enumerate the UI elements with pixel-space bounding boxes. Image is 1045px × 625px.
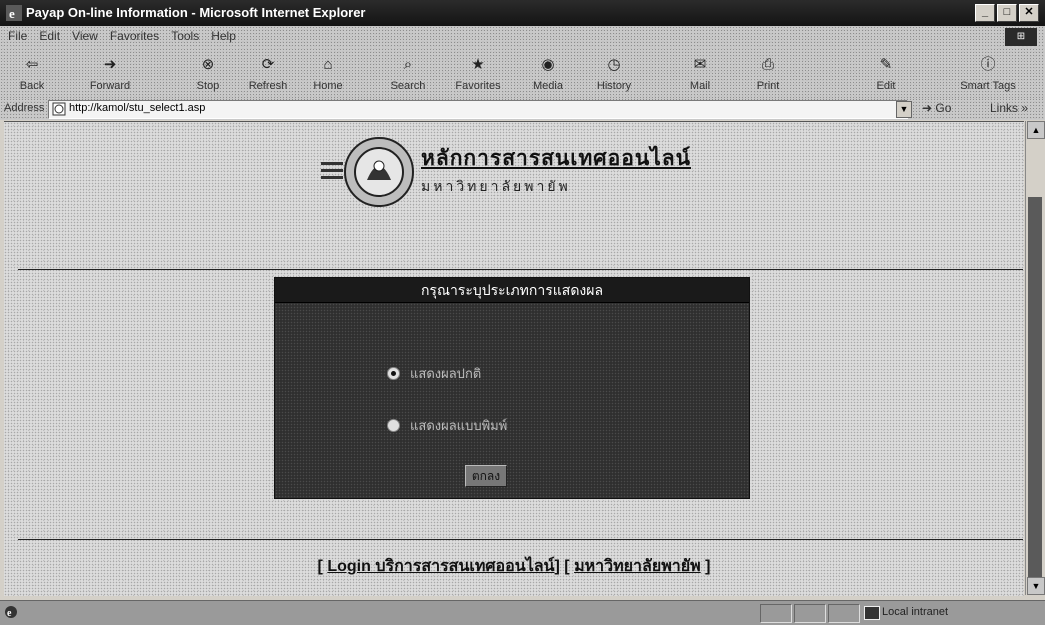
window-title-bar: e Payap On-line Information - Microsoft … [0, 0, 1045, 26]
logo-stripes [321, 162, 343, 188]
svg-text:e: e [7, 608, 12, 619]
svg-text:e: e [9, 6, 15, 21]
favorites-icon: ★ [471, 56, 485, 73]
university-seal-icon [344, 137, 414, 207]
print-button[interactable]: ⎙ Print [740, 50, 796, 96]
minimize-button[interactable]: _ [975, 4, 995, 22]
mail-icon: ✉ [693, 56, 707, 73]
stop-icon: ⊗ [201, 56, 215, 73]
edit-icon: ✎ [879, 56, 893, 73]
option-row-normal[interactable]: แสดงผลปกติ [387, 363, 481, 384]
panel-title: กรุณาระบุประเภทการแสดงผล [275, 278, 749, 303]
page-done-icon: e [5, 606, 17, 619]
option-row-print[interactable]: แสดงผลแบบพิมพ์ [387, 415, 507, 436]
logo-title: หลักการสารสนเทศออนไลน์ [421, 147, 691, 170]
security-zone: Local intranet [862, 604, 1022, 621]
go-button[interactable]: ➜ Go [922, 101, 951, 115]
address-label: Address [4, 102, 45, 114]
maximize-button[interactable]: □ [997, 4, 1017, 22]
page-viewport: หลักการสารสนเทศออนไลน์ มหาวิทยาลัยพายัพ … [4, 121, 1024, 596]
menu-edit[interactable]: Edit [39, 29, 60, 43]
media-button[interactable]: ◉ Media [520, 50, 576, 96]
back-arrow-icon: ⇦ [25, 56, 39, 73]
standard-toolbar: ⇦ Back ➜ Forward ⊗ Stop ⟳ Refresh ⌂ Home… [0, 48, 1045, 98]
stop-button[interactable]: ⊗ Stop [180, 50, 236, 96]
menu-view[interactable]: View [72, 29, 98, 43]
search-icon: ⌕ [403, 56, 413, 73]
login-info-service-link[interactable]: Login บริการสารสนเทศออนไลน์ [327, 558, 554, 575]
print-icon: ⎙ [761, 56, 774, 73]
option-label: แสดงผลปกติ [410, 366, 482, 381]
history-button[interactable]: ◷ History [586, 50, 642, 96]
vertical-scrollbar[interactable]: ▲ ▼ [1025, 121, 1045, 595]
window-title: Payap On-line Information - Microsoft In… [26, 5, 366, 20]
option-label: แสดงผลแบบพิมพ์ [410, 418, 508, 433]
internet-explorer-icon: e [6, 5, 22, 21]
back-button[interactable]: ⇦ Back [4, 50, 60, 96]
payap-university-link[interactable]: มหาวิทยาลัยพายัพ [574, 558, 701, 575]
history-icon: ◷ [607, 56, 621, 73]
radio-normal-view[interactable] [387, 367, 400, 380]
address-dropdown-icon[interactable]: ▼ [896, 101, 912, 118]
webpage-icon [52, 102, 66, 116]
logo-subtitle: มหาวิทยาลัยพายัพ [421, 178, 571, 194]
submit-button[interactable]: ตกลง [465, 465, 507, 487]
links-button[interactable]: Links » [990, 101, 1028, 115]
menu-tools[interactable]: Tools [171, 29, 199, 43]
panel-body: แสดงผลปกติ แสดงผลแบบพิมพ์ ตกลง [275, 303, 749, 498]
menu-file[interactable]: File [8, 29, 27, 43]
close-button[interactable]: ✕ [1019, 4, 1039, 22]
forward-arrow-icon: ➜ [103, 56, 117, 73]
windows-logo-icon: ⊞ [1005, 28, 1037, 46]
computer-icon [864, 606, 880, 620]
bottom-divider [18, 539, 1023, 540]
display-type-panel: กรุณาระบุประเภทการแสดงผล แสดงผลปกติ แสดง… [274, 277, 750, 499]
menu-help[interactable]: Help [211, 29, 236, 43]
scroll-up-icon[interactable]: ▲ [1027, 121, 1045, 139]
address-input[interactable]: http://kamol/stu_select1.asp [48, 100, 908, 119]
window-controls: _ □ ✕ [975, 4, 1039, 22]
forward-button[interactable]: ➜ Forward [82, 50, 138, 96]
top-divider [18, 269, 1023, 270]
address-bar: Address http://kamol/stu_select1.asp ▼ ➜… [0, 98, 1045, 120]
home-icon: ⌂ [323, 56, 333, 73]
home-button[interactable]: ⌂ Home [300, 50, 356, 96]
refresh-button[interactable]: ⟳ Refresh [240, 50, 296, 96]
smart-tags-button[interactable]: ⓘ Smart Tags [960, 50, 1016, 96]
menu-favorites[interactable]: Favorites [110, 29, 159, 43]
scroll-down-icon[interactable]: ▼ [1027, 577, 1045, 595]
mail-button[interactable]: ✉ Mail [672, 50, 728, 96]
search-button[interactable]: ⌕ Search [380, 50, 436, 96]
status-cell [794, 604, 826, 623]
radio-print-view[interactable] [387, 419, 400, 432]
address-url: http://kamol/stu_select1.asp [69, 102, 206, 114]
refresh-icon: ⟳ [261, 56, 275, 73]
media-icon: ◉ [541, 56, 555, 73]
status-cell [828, 604, 860, 623]
status-bar: e Local intranet [0, 600, 1045, 625]
menu-bar: File Edit View Favorites Tools Help ⊞ [0, 26, 1045, 48]
edit-button[interactable]: ✎ Edit [858, 50, 914, 96]
footer-links: [ Login บริการสารสนเทศออนไลน์] [ มหาวิทย… [317, 558, 711, 575]
status-cell [760, 604, 792, 623]
scroll-thumb[interactable] [1028, 197, 1042, 577]
info-icon: ⓘ [980, 56, 996, 73]
favorites-button[interactable]: ★ Favorites [450, 50, 506, 96]
site-logo: หลักการสารสนเทศออนไลน์ มหาวิทยาลัยพายัพ [309, 136, 709, 216]
